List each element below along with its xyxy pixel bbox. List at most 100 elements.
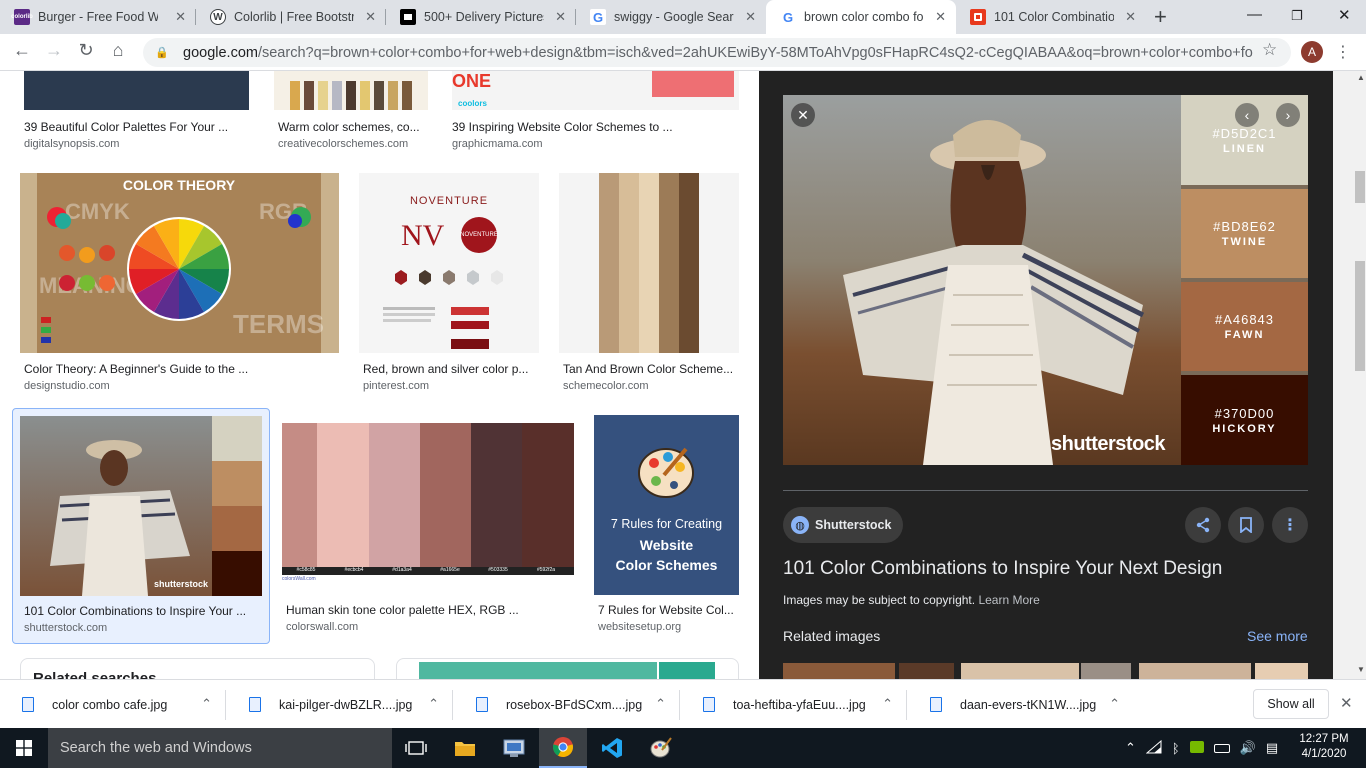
- chevron-up-icon[interactable]: ⌃: [882, 696, 893, 712]
- result-thumbnail[interactable]: [274, 71, 428, 110]
- action-center-icon[interactable]: ▤: [1266, 740, 1278, 756]
- close-icon[interactable]: ✕: [791, 103, 815, 127]
- new-tab-button[interactable]: +: [1154, 4, 1167, 30]
- result-thumbnail[interactable]: [24, 71, 249, 110]
- download-item[interactable]: daan-evers-tKN1W....jpg ⌃: [930, 680, 1120, 729]
- volume-icon[interactable]: 🔊: [1240, 740, 1256, 756]
- learn-more-link[interactable]: Learn More: [978, 593, 1039, 607]
- chrome-icon[interactable]: [539, 728, 587, 768]
- close-icon[interactable]: ✕: [175, 9, 186, 25]
- related-image[interactable]: [1255, 663, 1308, 679]
- control-panel-icon[interactable]: [490, 728, 538, 768]
- related-image[interactable]: [1139, 663, 1251, 679]
- result-caption[interactable]: 39 Inspiring Website Color Schemes to ..…: [452, 120, 732, 134]
- result-caption[interactable]: 101 Color Combinations to Inspire Your .…: [24, 604, 260, 618]
- scrollbar-thumb[interactable]: [1355, 171, 1365, 203]
- download-item[interactable]: rosebox-BFdSCxm....jpg ⌃: [476, 680, 680, 729]
- close-icon[interactable]: ✕: [1340, 694, 1353, 712]
- preview-image[interactable]: shutterstock #D5D2C1 LINEN #BD8E62 TWINE…: [783, 95, 1308, 465]
- result-caption[interactable]: 39 Beautiful Color Palettes For Your ...: [24, 120, 244, 134]
- close-icon[interactable]: ✕: [935, 9, 946, 25]
- file-explorer-icon[interactable]: [441, 728, 489, 768]
- result-source[interactable]: websitesetup.org: [598, 621, 681, 633]
- scrollbar-thumb-secondary[interactable]: [1355, 261, 1365, 371]
- result-source[interactable]: shutterstock.com: [24, 622, 107, 634]
- chevron-right-icon[interactable]: ›: [1276, 103, 1300, 127]
- result-thumbnail[interactable]: COLOR THEORY CMYK RGB MEANINGS TERMS: [20, 173, 339, 353]
- result-item[interactable]: [396, 658, 739, 679]
- related-image[interactable]: [961, 663, 1079, 679]
- task-view-icon[interactable]: [392, 728, 440, 768]
- back-button[interactable]: ←: [10, 40, 34, 61]
- tab-swiggy-search[interactable]: G swiggy - Google Search ✕: [576, 0, 766, 34]
- close-icon[interactable]: ✕: [555, 9, 566, 25]
- tab-colorlib[interactable]: W Colorlib | Free Bootstrap ✕: [196, 0, 386, 34]
- maximize-button[interactable]: ❐: [1291, 8, 1303, 24]
- show-hidden-icons-icon[interactable]: ⌃: [1125, 740, 1136, 756]
- result-thumbnail[interactable]: ONE coolors: [452, 71, 739, 110]
- close-icon[interactable]: ✕: [1125, 9, 1136, 25]
- result-source[interactable]: schemecolor.com: [563, 380, 649, 392]
- result-source[interactable]: colorswall.com: [286, 621, 358, 633]
- result-thumbnail[interactable]: #c58c85 #ecbcb4 #d1a3a4 #a1665e #503335 …: [282, 415, 574, 583]
- minimize-button[interactable]: —: [1247, 6, 1262, 23]
- show-all-button[interactable]: Show all: [1253, 689, 1329, 719]
- see-more-link[interactable]: See more: [1247, 628, 1308, 644]
- chevron-up-icon[interactable]: ⌃: [1109, 696, 1120, 712]
- address-bar[interactable]: 🔒 google.com/search?q=brown+color+combo+…: [143, 38, 1291, 67]
- close-icon[interactable]: ✕: [745, 9, 756, 25]
- more-options-icon[interactable]: ⋮: [1272, 507, 1308, 543]
- related-image[interactable]: [1081, 663, 1131, 679]
- related-image[interactable]: [899, 663, 954, 679]
- result-caption[interactable]: Color Theory: A Beginner's Guide to the …: [24, 362, 264, 376]
- result-thumbnail[interactable]: shutterstock: [20, 416, 262, 596]
- page-scrollbar[interactable]: ▲ ▼: [1333, 71, 1366, 679]
- home-button[interactable]: ⌂: [106, 40, 130, 61]
- close-icon[interactable]: ✕: [365, 9, 376, 25]
- download-item[interactable]: color combo cafe.jpg ⌃: [22, 680, 226, 729]
- result-caption[interactable]: Warm color schemes, co...: [278, 120, 428, 134]
- download-item[interactable]: kai-pilger-dwBZLR....jpg ⌃: [249, 680, 453, 729]
- tab-burger[interactable]: colorlib Burger - Free Food We ✕: [0, 0, 196, 34]
- forward-button[interactable]: →: [42, 40, 66, 61]
- window-close-button[interactable]: ✕: [1338, 6, 1351, 24]
- chevron-up-icon[interactable]: ⌃: [201, 696, 212, 712]
- bluetooth-icon[interactable]: ᛒ: [1172, 741, 1180, 756]
- result-thumbnail[interactable]: 7 Rules for Creating Website Color Schem…: [594, 415, 739, 595]
- result-item-selected[interactable]: shutterstock 101 Color Combinations to I…: [12, 408, 270, 644]
- tab-brown-color-search[interactable]: G brown color combo for ✕: [766, 0, 956, 34]
- result-caption[interactable]: Red, brown and silver color p...: [363, 362, 535, 376]
- taskbar-search-box[interactable]: Search the web and Windows: [48, 728, 392, 768]
- system-clock[interactable]: 12:27 PM 4/1/2020: [1298, 732, 1350, 762]
- reload-button[interactable]: ↻: [74, 40, 98, 61]
- bookmark-star-icon[interactable]: ☆: [1262, 40, 1277, 60]
- nvidia-icon[interactable]: [1189, 740, 1204, 756]
- download-item[interactable]: toa-heftiba-yfaEuu....jpg ⌃: [703, 680, 907, 729]
- result-source[interactable]: creativecolorschemes.com: [278, 138, 408, 150]
- share-icon[interactable]: [1185, 507, 1221, 543]
- result-source[interactable]: digitalsynopsis.com: [24, 138, 119, 150]
- vscode-icon[interactable]: [588, 728, 636, 768]
- tab-color-combinations[interactable]: 101 Color Combination ✕: [956, 0, 1146, 34]
- result-caption[interactable]: 7 Rules for Website Col...: [598, 603, 739, 617]
- tab-delivery-pictures[interactable]: 500+ Delivery Pictures ✕: [386, 0, 576, 34]
- paint-icon[interactable]: [637, 728, 685, 768]
- result-thumbnail[interactable]: NOVENTURE NV NOVENTURE: [359, 173, 539, 353]
- preview-title[interactable]: 101 Color Combinations to Inspire Your N…: [783, 558, 1222, 580]
- scroll-up-arrow-icon[interactable]: ▲: [1357, 73, 1365, 82]
- chevron-up-icon[interactable]: ⌃: [655, 696, 666, 712]
- result-caption[interactable]: Tan And Brown Color Scheme...: [563, 362, 739, 376]
- chevron-up-icon[interactable]: ⌃: [428, 696, 439, 712]
- result-source[interactable]: designstudio.com: [24, 380, 110, 392]
- result-thumbnail[interactable]: [559, 173, 739, 353]
- source-chip[interactable]: ◍ Shutterstock: [783, 507, 904, 543]
- chevron-left-icon[interactable]: ‹: [1235, 103, 1259, 127]
- scroll-down-arrow-icon[interactable]: ▼: [1357, 665, 1365, 674]
- start-button[interactable]: [0, 728, 48, 768]
- wifi-icon[interactable]: [1145, 739, 1162, 757]
- kebab-menu-icon[interactable]: ⋮: [1335, 42, 1351, 62]
- result-source[interactable]: graphicmama.com: [452, 138, 542, 150]
- avatar[interactable]: A: [1301, 41, 1323, 63]
- related-image[interactable]: [783, 663, 895, 679]
- bookmark-icon[interactable]: [1228, 507, 1264, 543]
